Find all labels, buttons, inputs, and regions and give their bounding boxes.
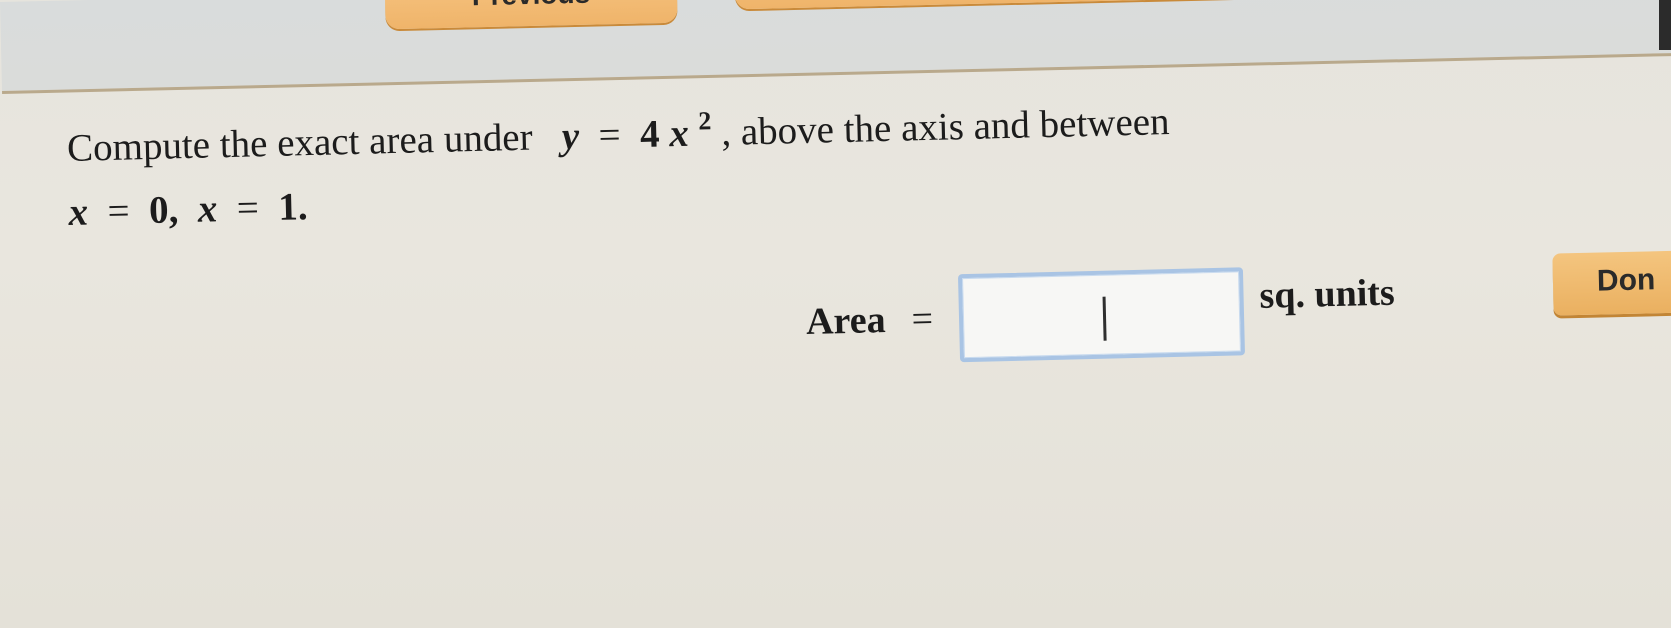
text-caret (1102, 296, 1107, 341)
screen: Previous Compute the exact area under y … (0, 0, 1671, 628)
screen-edge (1659, 0, 1671, 50)
done-button[interactable]: Don (1552, 250, 1671, 316)
answer-row: Area = sq. units (805, 264, 1396, 366)
area-equals: = (911, 297, 934, 341)
line2-var-x1: x (68, 190, 89, 234)
var-x: x (668, 111, 690, 156)
next-button[interactable] (734, 0, 1606, 10)
equals-sign: = (598, 113, 622, 157)
line2-equals-2: = (236, 186, 260, 230)
units-label: sq. units (1258, 271, 1396, 317)
coefficient: 4 (639, 112, 661, 156)
question-text: Compute the exact area under y = 4 x 2 ,… (66, 70, 1489, 245)
line2-value-2: 1. (277, 185, 309, 229)
previous-button[interactable]: Previous (384, 0, 678, 30)
question-prefix: Compute the exact area under (66, 115, 534, 170)
line2-value-1: 0, (148, 188, 179, 232)
var-y: y (561, 114, 580, 158)
area-label: Area (805, 299, 887, 343)
line2-equals-1: = (107, 189, 131, 234)
line2-var-x2: x (197, 187, 218, 231)
area-answer-input[interactable] (957, 267, 1245, 363)
exponent: 2 (697, 106, 712, 136)
question-middle: , above the axis and between (720, 100, 1171, 154)
